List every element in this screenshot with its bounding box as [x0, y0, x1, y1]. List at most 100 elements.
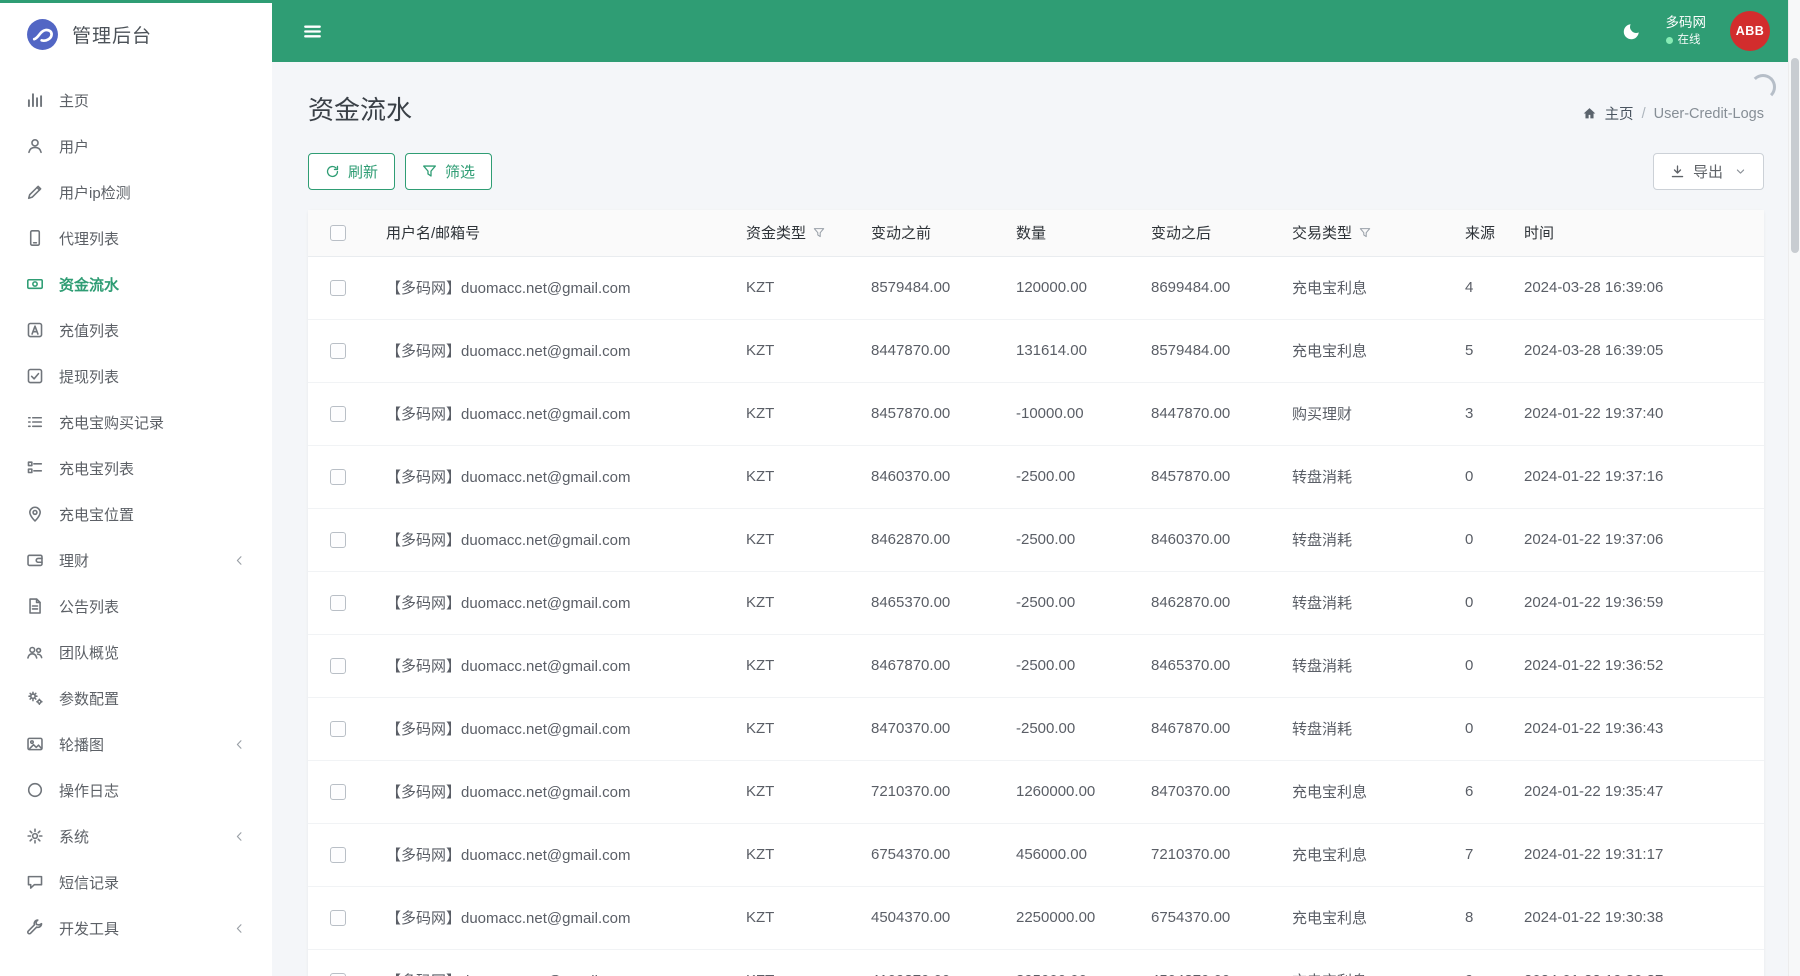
sidebar-item-sms-records[interactable]: 短信记录	[0, 859, 272, 905]
cell-user: 【多码网】duomacc.net@gmail.com	[378, 634, 738, 698]
sidebar-item-agent-list[interactable]: 代理列表	[0, 215, 272, 261]
row-checkbox[interactable]	[330, 847, 346, 864]
cell-amount: 131614.00	[1008, 319, 1143, 383]
table-row: 【多码网】duomacc.net@gmail.com KZT 8467870.00-…	[308, 634, 1764, 698]
chevron-left-icon	[233, 554, 246, 567]
user-avatar[interactable]: ABB	[1730, 11, 1770, 51]
chevron-left-icon	[233, 922, 246, 935]
cell-user: 【多码网】duomacc.net@gmail.com	[378, 571, 738, 635]
sidebar-item-finance[interactable]: 理财	[0, 537, 272, 583]
sidebar-item-team-overview[interactable]: 团队概览	[0, 629, 272, 675]
cell-type: 充电宝利息	[1284, 823, 1457, 887]
dark-mode-toggle[interactable]	[1621, 21, 1642, 42]
column-label: 来源	[1465, 225, 1496, 243]
topbar-right: 多码网 在线 ABB	[1621, 11, 1770, 51]
cell-user: 【多码网】duomacc.net@gmail.com	[378, 508, 738, 572]
column-filter-icon[interactable]	[1359, 227, 1371, 239]
cell-before: 7210370.00	[863, 760, 1008, 824]
export-button[interactable]: 导出	[1652, 153, 1764, 190]
column-header: 资金类型	[738, 210, 863, 257]
row-checkbox[interactable]	[330, 658, 346, 675]
cell-source: 4	[1457, 256, 1516, 320]
sidebar-nav: 主页用户用户ip检测 代理列表资金流水 充值列表 提现列表 充电宝购买记录充电宝列表充电…	[0, 65, 272, 963]
table-row: 【多码网】duomacc.net@gmail.com KZT 7210370.00 1…	[308, 760, 1764, 824]
sidebar-item-powerbank-location[interactable]: 充电宝位置	[0, 491, 272, 537]
cell-currency: KZT	[738, 634, 863, 698]
cell-type: 充电宝利息	[1284, 319, 1457, 383]
scrollbar-thumb[interactable]	[1790, 58, 1799, 253]
refresh-button[interactable]: 刷新	[308, 153, 396, 190]
cell-amount: -2500.00	[1008, 571, 1143, 635]
row-checkbox-cell	[308, 256, 378, 320]
row-checkbox-cell	[308, 508, 378, 572]
column-label: 交易类型	[1292, 225, 1353, 243]
site-name: 多码网	[1665, 14, 1707, 30]
sidebar-item-user-ip-check[interactable]: 用户ip检测	[0, 169, 272, 215]
sidebar-item-dev-tools[interactable]: 开发工具	[0, 905, 272, 951]
sidebar-item-operation-logs[interactable]: 操作日志	[0, 767, 272, 813]
cell-time: 2024-01-22 19:37:06	[1516, 508, 1764, 572]
column-label: 用户名/邮箱号	[386, 225, 481, 243]
sidebar-item-parameters[interactable]: 参数配置	[0, 675, 272, 721]
letter-a-icon	[26, 321, 44, 339]
filter-button[interactable]: 筛选	[405, 153, 493, 190]
cell-amount: -2500.00	[1008, 508, 1143, 572]
cell-before: 4504370.00	[863, 886, 1008, 950]
online-status-label: 在线	[1677, 34, 1701, 47]
cell-before: 8457870.00	[863, 382, 1008, 446]
column-header: 来源	[1457, 210, 1516, 257]
cell-before: 8467870.00	[863, 634, 1008, 698]
sidebar-item-system[interactable]: 系统	[0, 813, 272, 859]
row-checkbox[interactable]	[330, 406, 346, 423]
cell-source: 0	[1457, 508, 1516, 572]
column-filter-icon[interactable]	[813, 227, 825, 239]
sidebar-item-label: 充电宝列表	[59, 460, 135, 478]
row-checkbox[interactable]	[330, 469, 346, 486]
row-checkbox[interactable]	[330, 910, 346, 927]
sidebar-item-home[interactable]: 主页	[0, 77, 272, 123]
row-checkbox[interactable]	[330, 595, 346, 612]
cell-before: 8579484.00	[863, 256, 1008, 320]
sidebar-item-label: 团队概览	[59, 644, 120, 662]
sidebar-item-powerbank-purchases[interactable]: 充电宝购买记录	[0, 399, 272, 445]
row-checkbox[interactable]	[330, 343, 346, 360]
sidebar-item-label: 主页	[59, 92, 90, 110]
sidebar-item-powerbank-list[interactable]: 充电宝列表	[0, 445, 272, 491]
column-label: 变动之前	[871, 225, 932, 243]
chat-icon	[26, 873, 44, 891]
sidebar-item-label: 用户	[59, 138, 90, 156]
sidebar-item-withdraw-list[interactable]: 提现列表	[0, 353, 272, 399]
table-row: 【多码网】duomacc.net@gmail.com KZT 8470370.00-…	[308, 697, 1764, 761]
cell-type: 转盘消耗	[1284, 508, 1457, 572]
menu-toggle-button[interactable]	[302, 21, 323, 42]
sidebar-item-carousel[interactable]: 轮播图	[0, 721, 272, 767]
row-checkbox-cell	[308, 634, 378, 698]
row-checkbox-cell	[308, 886, 378, 950]
table-row: 【多码网】duomacc.net@gmail.com KZT 8462870.00-…	[308, 508, 1764, 572]
cell-type: 转盘消耗	[1284, 571, 1457, 635]
sidebar-item-announcements[interactable]: 公告列表	[0, 583, 272, 629]
row-checkbox[interactable]	[330, 532, 346, 549]
row-checkbox[interactable]	[330, 784, 346, 801]
sidebar-item-credit-logs[interactable]: 资金流水	[0, 261, 272, 307]
cell-after: 8467870.00	[1143, 697, 1284, 761]
sidebar-item-recharge-list[interactable]: 充值列表	[0, 307, 272, 353]
cell-source: 0	[1457, 571, 1516, 635]
cell-after: 8447870.00	[1143, 382, 1284, 446]
table-row: 【多码网】duomacc.net@gmail.com KZT 6754370.00 4…	[308, 823, 1764, 887]
table-row: 【多码网】duomacc.net@gmail.com KZT 8465370.00-…	[308, 571, 1764, 635]
column-label: 数量	[1016, 225, 1047, 243]
cell-user: 【多码网】duomacc.net@gmail.com	[378, 886, 738, 950]
sidebar-item-label: 充电宝位置	[59, 506, 135, 524]
mobile-icon	[26, 229, 44, 247]
cell-time: 2024-01-22 19:37:16	[1516, 445, 1764, 509]
cell-before: 8460370.00	[863, 445, 1008, 509]
breadcrumb-home-link[interactable]: 主页	[1605, 103, 1634, 124]
row-checkbox[interactable]	[330, 721, 346, 738]
image-icon	[26, 735, 44, 753]
sidebar-item-label: 代理列表	[59, 230, 120, 248]
sidebar-item-label: 用户ip检测	[59, 184, 131, 202]
select-all-checkbox[interactable]	[330, 225, 346, 242]
sidebar-item-users[interactable]: 用户	[0, 123, 272, 169]
row-checkbox[interactable]	[330, 280, 346, 297]
